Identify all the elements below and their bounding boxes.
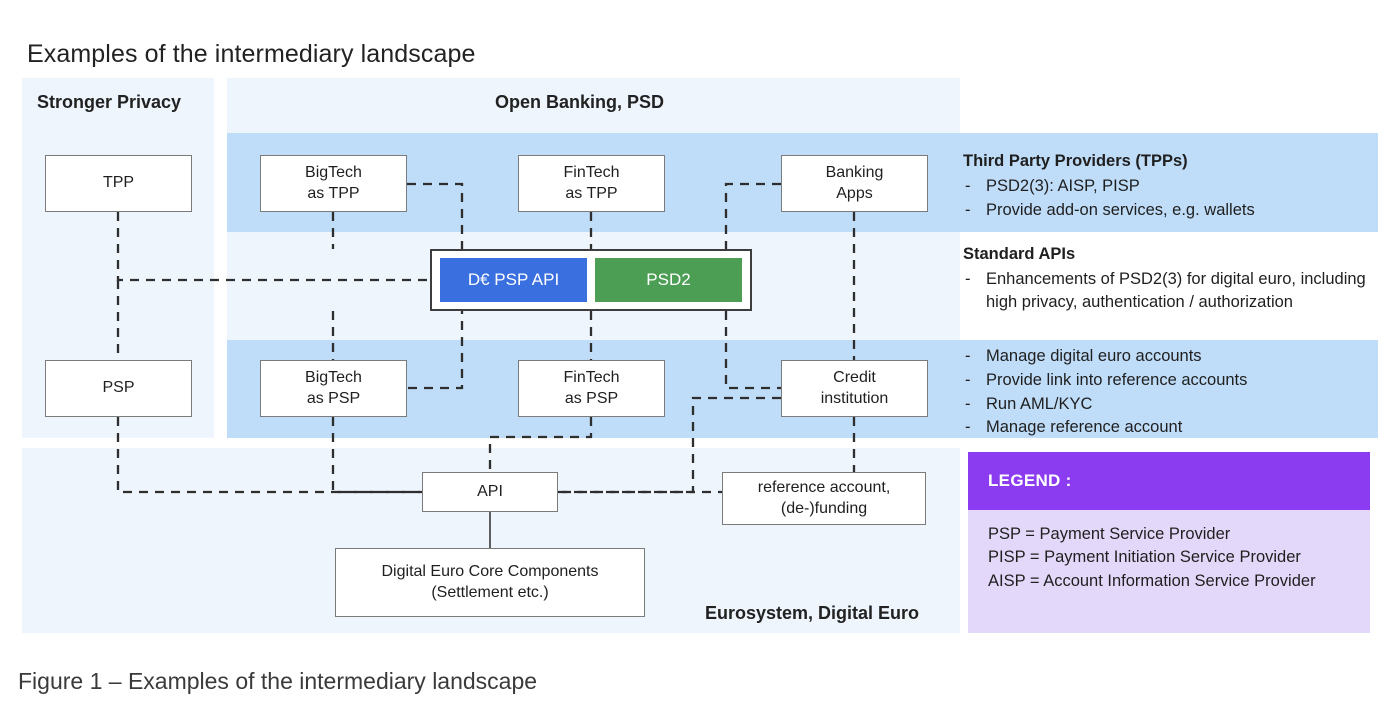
node-credit-institution[interactable]: Credit institution — [781, 360, 928, 417]
diagram-root: Examples of the intermediary landscape S… — [0, 0, 1400, 718]
api-standards-container: D€ PSP API PSD2 — [430, 249, 752, 311]
figure-caption: Figure 1 – Examples of the intermediary … — [18, 668, 538, 694]
annotation-item-text: Provide link into reference accounts — [986, 370, 1248, 389]
chip-digital-euro-psp-api[interactable]: D€ PSP API — [440, 258, 587, 302]
bullet-dash: - — [965, 347, 971, 365]
annotation-item: - PSD2(3): AISP, PISP — [963, 175, 1375, 198]
panel-heading-stronger-privacy: Stronger Privacy — [37, 92, 182, 112]
annotation-list-psp-duties: - Manage digital euro accounts - Provide l… — [963, 345, 1375, 439]
legend-panel: LEGEND : PSP = Payment Service Provider … — [968, 452, 1370, 633]
node-fintech-as-psp[interactable]: FinTech as PSP — [518, 360, 665, 417]
annotation-item-text: Enhancements of PSD2(3) for digital euro… — [986, 269, 1366, 311]
node-banking-apps[interactable]: Banking Apps — [781, 155, 928, 212]
annotation-title-standard-apis: Standard APIs — [963, 245, 1076, 263]
annotation-item: - Run AML/KYC — [963, 393, 1375, 416]
annotation-item: - Provide link into reference accounts — [963, 369, 1375, 392]
bullet-dash: - — [965, 418, 971, 437]
legend-entry: AISP = Account Information Service Provi… — [988, 571, 1316, 590]
panel-heading-open-banking: Open Banking, PSD — [495, 92, 665, 112]
annotation-item-text: PSD2(3): AISP, PISP — [986, 176, 1140, 195]
annotation-psp-duties: - Manage digital euro accounts - Provide l… — [963, 345, 1375, 440]
bullet-dash: - — [965, 394, 971, 413]
node-fintech-as-tpp[interactable]: FinTech as TPP — [518, 155, 665, 212]
legend-entry: PISP = Payment Initiation Service Provid… — [988, 548, 1301, 567]
annotation-item: - Manage reference account — [963, 416, 1375, 439]
legend-entry: PSP = Payment Service Provider — [988, 525, 1231, 543]
node-psp[interactable]: PSP — [45, 360, 192, 417]
annotation-item: - Manage digital euro accounts — [963, 345, 1375, 368]
annotation-item: - Enhancements of PSD2(3) for digital eur… — [963, 268, 1375, 314]
node-tpp[interactable]: TPP — [45, 155, 192, 212]
node-api[interactable]: API — [422, 472, 558, 512]
page-title: Examples of the intermediary landscape — [27, 40, 476, 68]
node-digital-euro-core-components[interactable]: Digital Euro Core Components (Settlement … — [335, 548, 645, 617]
node-bigtech-as-tpp[interactable]: BigTech as TPP — [260, 155, 407, 212]
bullet-dash: - — [965, 269, 971, 288]
annotation-item-text: Run AML/KYC — [986, 394, 1093, 413]
chip-psd2[interactable]: PSD2 — [595, 258, 742, 302]
annotation-list-standard-apis: - Enhancements of PSD2(3) for digital eur… — [963, 268, 1375, 314]
annotation-item-text: Manage digital euro accounts — [986, 347, 1202, 365]
annotation-title-tpp: Third Party Providers (TPPs) — [963, 152, 1188, 170]
bullet-dash: - — [965, 176, 971, 195]
node-bigtech-as-psp[interactable]: BigTech as PSP — [260, 360, 407, 417]
legend-header: LEGEND : — [968, 452, 1370, 510]
annotation-list-tpp: - PSD2(3): AISP, PISP - Provide add-on ser… — [963, 175, 1375, 222]
bullet-dash: - — [965, 370, 971, 389]
annotation-standard-apis: Standard APIs - Enhancements of PSD2(3) f… — [963, 243, 1375, 314]
annotation-item: - Provide add-on services, e.g. wallets — [963, 199, 1375, 222]
annotation-item-text: Provide add-on services, e.g. wallets — [986, 200, 1255, 219]
bullet-dash: - — [965, 200, 971, 219]
panel-heading-eurosystem: Eurosystem, Digital Euro — [705, 603, 920, 623]
legend-body: PSP = Payment Service Provider PISP = Pa… — [968, 510, 1370, 593]
annotation-item-text: Manage reference account — [986, 418, 1183, 437]
annotation-third-party-providers: Third Party Providers (TPPs) - PSD2(3): A… — [963, 150, 1375, 222]
node-reference-account[interactable]: reference account, (de-)funding — [722, 472, 926, 525]
